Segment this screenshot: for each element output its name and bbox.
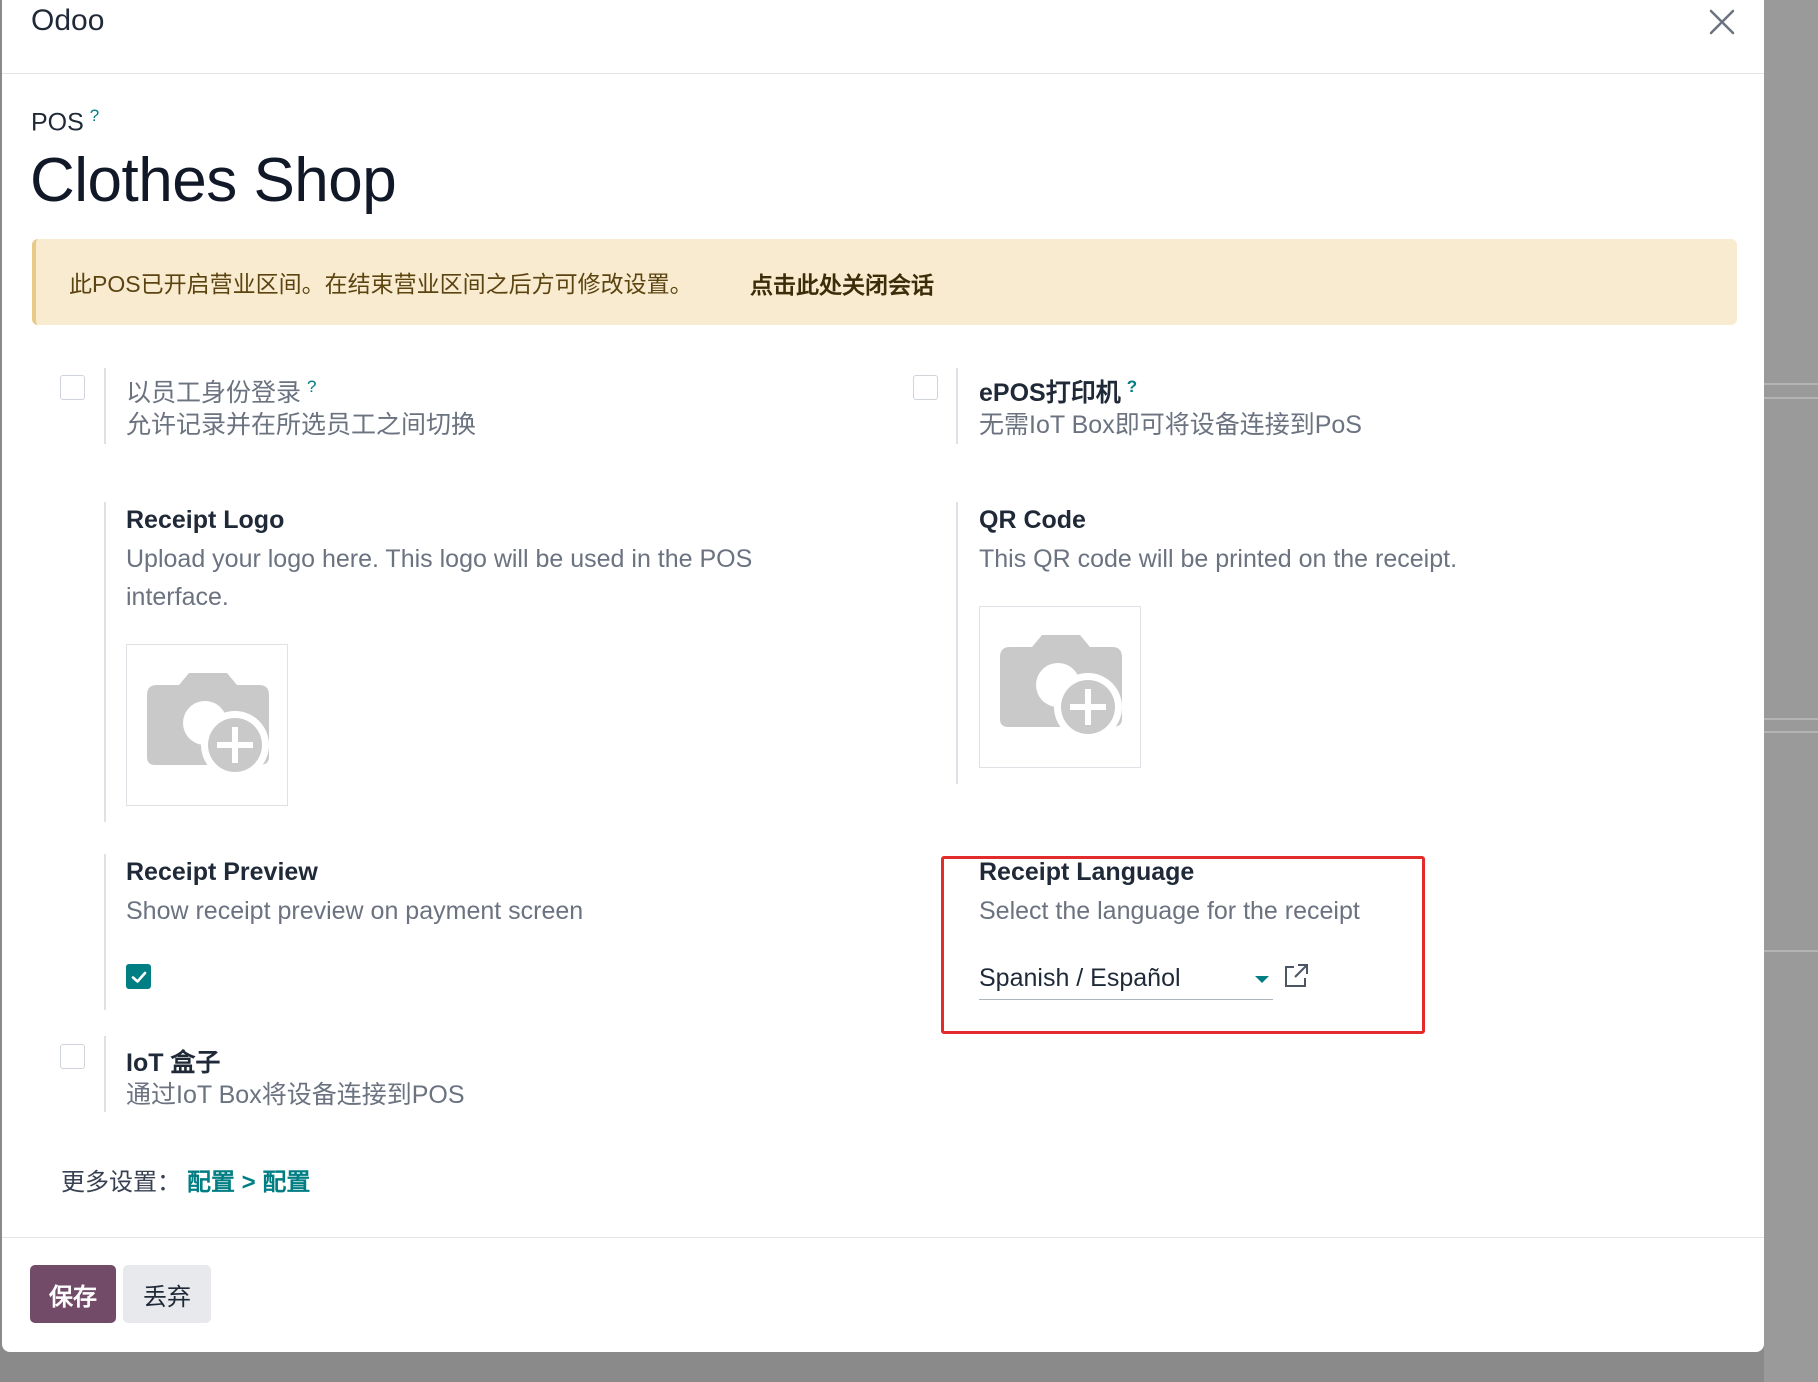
qr-code-title: QR Code [979, 506, 1086, 534]
epos-printer-checkbox[interactable] [913, 375, 938, 400]
receipt-logo-description-2: interface. [126, 583, 229, 611]
iot-box-title: IoT 盒子 [126, 1049, 221, 1077]
check-icon [131, 971, 146, 983]
setting-divider [104, 854, 106, 1010]
save-button[interactable]: 保存 [30, 1265, 116, 1323]
epos-printer-title: ePOS打印机? [979, 373, 1137, 409]
setting-divider [956, 502, 958, 784]
more-settings-link[interactable]: 配置 > 配置 [187, 1162, 310, 1197]
qr-code-upload[interactable] [979, 606, 1141, 768]
receipt-logo-description-1: Upload your logo here. This logo will be… [126, 545, 753, 573]
employee-login-title-text: 以员工身份登录 [126, 379, 302, 407]
external-link-icon [1285, 964, 1308, 987]
caret-down-icon [1255, 976, 1269, 983]
close-icon [1709, 9, 1735, 35]
backdrop-divider [1764, 397, 1818, 399]
pos-label-text: POS [31, 108, 84, 137]
dialog-title: Odoo [31, 4, 105, 37]
camera-plus-icon [147, 673, 269, 779]
backdrop-divider [1764, 731, 1818, 733]
receipt-preview-description: Show receipt preview on payment screen [126, 897, 584, 925]
dialog-header: Odoo [2, 0, 1764, 74]
close-session-link[interactable]: 点击此处关闭会话 [750, 266, 934, 300]
setting-divider [956, 368, 958, 444]
page-title: Clothes Shop [30, 146, 397, 215]
dialog-footer-divider [2, 1237, 1764, 1238]
backdrop [1764, 0, 1818, 1382]
employee-login-description: 允许记录并在所选员工之间切换 [126, 411, 477, 439]
camera-plus-icon [1000, 635, 1122, 741]
session-alert: 此POS已开启营业区间。在结束营业区间之后方可修改设置。 点击此处关闭会话 [32, 239, 1737, 325]
iot-box-description: 通过IoT Box将设备连接到POS [126, 1081, 465, 1109]
receipt-language-title: Receipt Language [979, 858, 1195, 886]
receipt-language-select[interactable]: Spanish / Español [979, 960, 1273, 1000]
receipt-language-value: Spanish / Español [979, 964, 1181, 992]
receipt-language-open-button[interactable] [1282, 962, 1310, 990]
alert-message: 此POS已开启营业区间。在结束营业区间之后方可修改设置。 [69, 271, 693, 297]
backdrop-divider [1764, 718, 1818, 720]
receipt-language-description: Select the language for the receipt [979, 897, 1360, 925]
close-button[interactable] [1702, 2, 1742, 42]
employee-login-title: 以员工身份登录? [126, 373, 316, 409]
receipt-logo-upload[interactable] [126, 644, 288, 806]
receipt-preview-title: Receipt Preview [126, 858, 318, 886]
backdrop-divider [1764, 383, 1818, 385]
setting-divider [104, 502, 106, 822]
receipt-preview-checkbox[interactable] [126, 964, 151, 989]
qr-code-description: This QR code will be printed on the rece… [979, 545, 1458, 573]
receipt-logo-title: Receipt Logo [126, 506, 285, 534]
backdrop-divider [1764, 950, 1818, 952]
settings-dialog: Odoo POS? Clothes Shop 此POS已开启营业区间。在结束营业… [2, 0, 1764, 1352]
more-settings-label: 更多设置： [61, 1169, 181, 1196]
setting-divider [104, 368, 106, 444]
epos-printer-title-text: ePOS打印机 [979, 379, 1121, 407]
discard-button[interactable]: 丢弃 [123, 1265, 211, 1323]
epos-printer-help-icon[interactable]: ? [1127, 377, 1137, 396]
pos-label: POS? [31, 106, 99, 137]
employee-login-checkbox[interactable] [60, 375, 85, 400]
pos-help-icon[interactable]: ? [90, 106, 99, 125]
setting-divider [104, 1036, 106, 1112]
iot-box-checkbox[interactable] [60, 1044, 85, 1069]
epos-printer-description: 无需IoT Box即可将设备连接到PoS [979, 411, 1362, 439]
employee-login-help-icon[interactable]: ? [307, 377, 316, 396]
